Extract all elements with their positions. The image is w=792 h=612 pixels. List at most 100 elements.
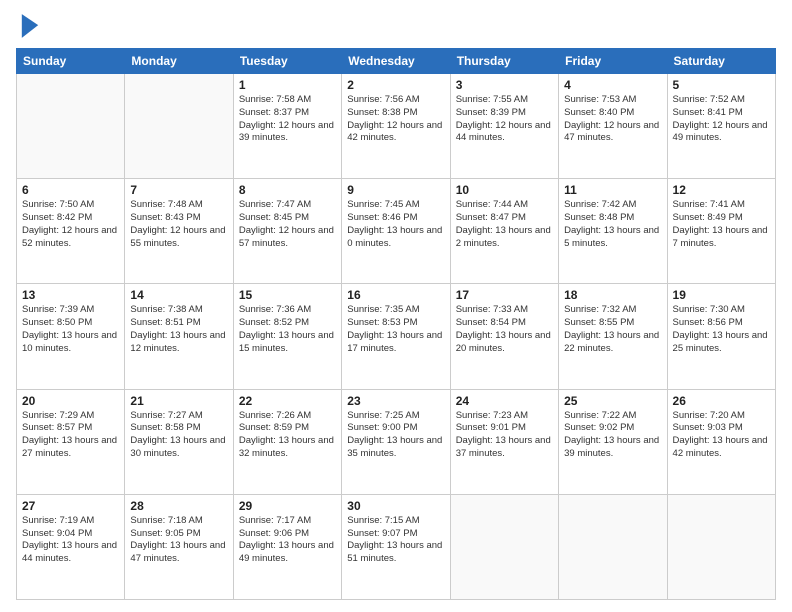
day-cell: 8 Sunrise: 7:47 AMSunset: 8:45 PMDaylight…: [233, 179, 341, 284]
day-number: 8: [239, 183, 336, 197]
day-number: 25: [564, 394, 661, 408]
day-number: 11: [564, 183, 661, 197]
day-number: 26: [673, 394, 770, 408]
day-detail: Sunrise: 7:29 AMSunset: 8:57 PMDaylight:…: [22, 410, 119, 461]
day-cell: 28 Sunrise: 7:18 AMSunset: 9:05 PMDayligh…: [125, 494, 233, 599]
day-detail: Sunrise: 7:26 AMSunset: 8:59 PMDaylight:…: [239, 410, 336, 461]
day-detail: Sunrise: 7:52 AMSunset: 8:41 PMDaylight:…: [673, 94, 770, 145]
day-cell: 29 Sunrise: 7:17 AMSunset: 9:06 PMDayligh…: [233, 494, 341, 599]
day-cell: 21Sunrise: 7:27 AMSunset: 8:58 PMDayligh…: [125, 389, 233, 494]
day-number: 29: [239, 499, 336, 513]
day-cell: 13 Sunrise: 7:39 AMSunset: 8:50 PMDayligh…: [17, 284, 125, 389]
day-cell: 11 Sunrise: 7:42 AMSunset: 8:48 PMDayligh…: [559, 179, 667, 284]
day-detail: Sunrise: 7:44 AMSunset: 8:47 PMDaylight:…: [456, 199, 553, 250]
day-detail: Sunrise: 7:17 AMSunset: 9:06 PMDaylight:…: [239, 515, 336, 566]
day-cell: 12 Sunrise: 7:41 AMSunset: 8:49 PMDayligh…: [667, 179, 775, 284]
day-number: 14: [130, 288, 227, 302]
day-number: 5: [673, 78, 770, 92]
day-cell: 25 Sunrise: 7:22 AMSunset: 9:02 PMDayligh…: [559, 389, 667, 494]
day-number: 28: [130, 499, 227, 513]
week-row-3: 13 Sunrise: 7:39 AMSunset: 8:50 PMDayligh…: [17, 284, 776, 389]
day-number: 24: [456, 394, 553, 408]
calendar-body: 1 Sunrise: 7:58 AMSunset: 8:37 PMDaylight…: [17, 74, 776, 600]
day-cell: [125, 74, 233, 179]
day-number: 13: [22, 288, 119, 302]
day-number: 22: [239, 394, 336, 408]
week-row-2: 6Sunrise: 7:50 AMSunset: 8:42 PMDaylight…: [17, 179, 776, 284]
day-cell: 4 Sunrise: 7:53 AMSunset: 8:40 PMDaylight…: [559, 74, 667, 179]
day-detail: Sunrise: 7:45 AMSunset: 8:46 PMDaylight:…: [347, 199, 444, 250]
header-cell-thursday: Thursday: [450, 49, 558, 74]
day-number: 18: [564, 288, 661, 302]
header-row: SundayMondayTuesdayWednesdayThursdayFrid…: [17, 49, 776, 74]
day-detail: Sunrise: 7:20 AMSunset: 9:03 PMDaylight:…: [673, 410, 770, 461]
day-cell: [450, 494, 558, 599]
day-detail: Sunrise: 7:55 AMSunset: 8:39 PMDaylight:…: [456, 94, 553, 145]
day-detail: Sunrise: 7:42 AMSunset: 8:48 PMDaylight:…: [564, 199, 661, 250]
day-detail: Sunrise: 7:22 AMSunset: 9:02 PMDaylight:…: [564, 410, 661, 461]
week-row-5: 27Sunrise: 7:19 AMSunset: 9:04 PMDayligh…: [17, 494, 776, 599]
day-detail: Sunrise: 7:48 AMSunset: 8:43 PMDaylight:…: [130, 199, 227, 250]
day-cell: 14 Sunrise: 7:38 AMSunset: 8:51 PMDayligh…: [125, 284, 233, 389]
day-number: 10: [456, 183, 553, 197]
header-cell-monday: Monday: [125, 49, 233, 74]
day-number: 15: [239, 288, 336, 302]
logo-icon: [20, 12, 40, 40]
day-cell: 19Sunrise: 7:30 AMSunset: 8:56 PMDayligh…: [667, 284, 775, 389]
day-cell: [559, 494, 667, 599]
day-cell: 5 Sunrise: 7:52 AMSunset: 8:41 PMDaylight…: [667, 74, 775, 179]
day-number: 3: [456, 78, 553, 92]
day-detail: Sunrise: 7:56 AMSunset: 8:38 PMDaylight:…: [347, 94, 444, 145]
header-cell-tuesday: Tuesday: [233, 49, 341, 74]
day-cell: 27Sunrise: 7:19 AMSunset: 9:04 PMDayligh…: [17, 494, 125, 599]
day-number: 27: [22, 499, 119, 513]
day-cell: 1 Sunrise: 7:58 AMSunset: 8:37 PMDaylight…: [233, 74, 341, 179]
day-number: 7: [130, 183, 227, 197]
day-number: 17: [456, 288, 553, 302]
day-number: 1: [239, 78, 336, 92]
day-number: 6: [22, 183, 119, 197]
day-detail: Sunrise: 7:36 AMSunset: 8:52 PMDaylight:…: [239, 304, 336, 355]
day-cell: 15 Sunrise: 7:36 AMSunset: 8:52 PMDayligh…: [233, 284, 341, 389]
day-cell: 3 Sunrise: 7:55 AMSunset: 8:39 PMDaylight…: [450, 74, 558, 179]
day-detail: Sunrise: 7:58 AMSunset: 8:37 PMDaylight:…: [239, 94, 336, 145]
day-cell: 6Sunrise: 7:50 AMSunset: 8:42 PMDaylight…: [17, 179, 125, 284]
day-detail: Sunrise: 7:23 AMSunset: 9:01 PMDaylight:…: [456, 410, 553, 461]
day-cell: 17Sunrise: 7:33 AMSunset: 8:54 PMDayligh…: [450, 284, 558, 389]
day-detail: Sunrise: 7:32 AMSunset: 8:55 PMDaylight:…: [564, 304, 661, 355]
calendar-table: SundayMondayTuesdayWednesdayThursdayFrid…: [16, 48, 776, 600]
day-cell: 10 Sunrise: 7:44 AMSunset: 8:47 PMDayligh…: [450, 179, 558, 284]
header-cell-saturday: Saturday: [667, 49, 775, 74]
week-row-1: 1 Sunrise: 7:58 AMSunset: 8:37 PMDaylight…: [17, 74, 776, 179]
day-cell: 26 Sunrise: 7:20 AMSunset: 9:03 PMDayligh…: [667, 389, 775, 494]
day-detail: Sunrise: 7:47 AMSunset: 8:45 PMDaylight:…: [239, 199, 336, 250]
day-detail: Sunrise: 7:35 AMSunset: 8:53 PMDaylight:…: [347, 304, 444, 355]
day-cell: 16Sunrise: 7:35 AMSunset: 8:53 PMDayligh…: [342, 284, 450, 389]
header-cell-sunday: Sunday: [17, 49, 125, 74]
week-row-4: 20Sunrise: 7:29 AMSunset: 8:57 PMDayligh…: [17, 389, 776, 494]
day-cell: 24 Sunrise: 7:23 AMSunset: 9:01 PMDayligh…: [450, 389, 558, 494]
day-detail: Sunrise: 7:15 AMSunset: 9:07 PMDaylight:…: [347, 515, 444, 566]
day-detail: Sunrise: 7:18 AMSunset: 9:05 PMDaylight:…: [130, 515, 227, 566]
day-detail: Sunrise: 7:38 AMSunset: 8:51 PMDaylight:…: [130, 304, 227, 355]
calendar-header: SundayMondayTuesdayWednesdayThursdayFrid…: [17, 49, 776, 74]
day-number: 4: [564, 78, 661, 92]
day-detail: Sunrise: 7:25 AMSunset: 9:00 PMDaylight:…: [347, 410, 444, 461]
day-number: 12: [673, 183, 770, 197]
day-cell: 22 Sunrise: 7:26 AMSunset: 8:59 PMDayligh…: [233, 389, 341, 494]
day-cell: [667, 494, 775, 599]
day-detail: Sunrise: 7:39 AMSunset: 8:50 PMDaylight:…: [22, 304, 119, 355]
day-cell: [17, 74, 125, 179]
day-detail: Sunrise: 7:53 AMSunset: 8:40 PMDaylight:…: [564, 94, 661, 145]
day-detail: Sunrise: 7:41 AMSunset: 8:49 PMDaylight:…: [673, 199, 770, 250]
header-cell-wednesday: Wednesday: [342, 49, 450, 74]
day-number: 23: [347, 394, 444, 408]
day-cell: 23 Sunrise: 7:25 AMSunset: 9:00 PMDayligh…: [342, 389, 450, 494]
day-cell: 2Sunrise: 7:56 AMSunset: 8:38 PMDaylight…: [342, 74, 450, 179]
day-number: 30: [347, 499, 444, 513]
day-cell: 7 Sunrise: 7:48 AMSunset: 8:43 PMDaylight…: [125, 179, 233, 284]
page: SundayMondayTuesdayWednesdayThursdayFrid…: [0, 0, 792, 612]
logo: [16, 12, 40, 40]
day-number: 21: [130, 394, 227, 408]
day-detail: Sunrise: 7:30 AMSunset: 8:56 PMDaylight:…: [673, 304, 770, 355]
